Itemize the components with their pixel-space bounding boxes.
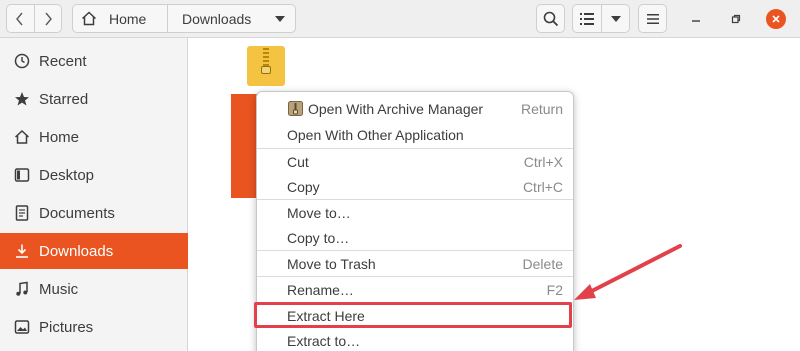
restore-icon bbox=[731, 14, 741, 24]
sidebar-item-music[interactable]: Music bbox=[0, 271, 188, 307]
pictures-icon bbox=[14, 319, 30, 335]
sidebar: Recent Starred Home Desktop Documents Do… bbox=[0, 38, 188, 351]
menu-item-label: Open With Other Application bbox=[287, 126, 464, 143]
close-icon bbox=[772, 15, 780, 23]
menu-item-open-with-other-application[interactable]: Open With Other Application bbox=[257, 122, 573, 147]
menu-item-rename[interactable]: Rename… F2 bbox=[257, 277, 573, 302]
menu-item-shortcut: Ctrl+C bbox=[522, 178, 563, 195]
sidebar-item-home[interactable]: Home bbox=[0, 119, 188, 155]
menu-item-cut[interactable]: Cut Ctrl+X bbox=[257, 149, 573, 174]
menu-item-label: Open With Archive Manager bbox=[308, 100, 484, 117]
search-icon bbox=[543, 11, 558, 26]
view-options-button[interactable] bbox=[601, 5, 629, 32]
sidebar-item-starred[interactable]: Starred bbox=[0, 81, 188, 117]
list-view-button[interactable] bbox=[573, 5, 601, 32]
minimize-icon bbox=[692, 20, 700, 22]
download-icon bbox=[14, 243, 30, 259]
view-buttons bbox=[572, 4, 630, 33]
menu-item-shortcut: Delete bbox=[522, 255, 563, 272]
chevron-down-icon bbox=[275, 15, 285, 22]
menu-item-label: Copy to… bbox=[287, 229, 350, 246]
sidebar-item-label: Pictures bbox=[39, 318, 94, 336]
chevron-down-icon bbox=[610, 15, 621, 22]
context-menu: Open With Archive Manager Return Open Wi… bbox=[256, 91, 574, 351]
breadcrumb-home-label: Home bbox=[109, 10, 147, 27]
chevron-right-icon bbox=[45, 12, 52, 25]
chevron-left-icon bbox=[16, 12, 24, 25]
path-bar: Home Downloads bbox=[72, 4, 296, 33]
menu-item-extract-here[interactable]: Extract Here bbox=[257, 303, 573, 328]
sidebar-item-downloads[interactable]: Downloads bbox=[0, 233, 188, 269]
minimize-button[interactable] bbox=[686, 9, 706, 29]
menu-item-label: Copy bbox=[287, 178, 320, 195]
archive-manager-icon bbox=[288, 101, 303, 116]
menu-item-open-with-archive-manager[interactable]: Open With Archive Manager Return bbox=[257, 96, 573, 121]
menu-item-copy[interactable]: Copy Ctrl+C bbox=[257, 174, 573, 199]
sidebar-item-label: Music bbox=[39, 280, 79, 298]
menu-item-label: Move to… bbox=[287, 204, 351, 221]
star-icon bbox=[14, 91, 30, 107]
sidebar-item-pictures[interactable]: Pictures bbox=[0, 309, 188, 345]
clock-icon bbox=[14, 53, 30, 69]
maximize-button[interactable] bbox=[726, 9, 746, 29]
menu-item-shortcut: F2 bbox=[546, 281, 563, 298]
menu-item-label: Move to Trash bbox=[287, 255, 376, 272]
sidebar-item-label: Home bbox=[39, 128, 80, 146]
menu-item-label: Rename… bbox=[287, 281, 354, 298]
desktop-icon bbox=[14, 167, 30, 183]
sidebar-item-label: Starred bbox=[39, 90, 89, 108]
menu-item-extract-to[interactable]: Extract to… bbox=[257, 328, 573, 351]
menu-item-shortcut: Return bbox=[520, 100, 563, 117]
sidebar-item-label: Recent bbox=[39, 52, 87, 70]
breadcrumb-downloads-label: Downloads bbox=[182, 10, 252, 27]
archive-icon[interactable] bbox=[247, 46, 285, 86]
menu-item-label: Extract Here bbox=[287, 307, 365, 324]
back-button[interactable] bbox=[7, 5, 34, 32]
menu-item-label: Extract to… bbox=[287, 332, 361, 349]
menu-item-copy-to[interactable]: Copy to… bbox=[257, 225, 573, 250]
zipper-tab-graphic bbox=[261, 66, 271, 74]
menu-item-move-to-trash[interactable]: Move to Trash Delete bbox=[257, 251, 573, 276]
sidebar-item-recent[interactable]: Recent bbox=[0, 43, 188, 79]
home-icon bbox=[81, 11, 97, 26]
menu-item-move-to[interactable]: Move to… bbox=[257, 200, 573, 225]
search-button[interactable] bbox=[536, 4, 565, 33]
sidebar-item-label: Desktop bbox=[39, 166, 95, 184]
navigation-buttons bbox=[6, 4, 62, 33]
close-button[interactable] bbox=[766, 9, 786, 29]
home-icon bbox=[14, 129, 30, 145]
sidebar-item-label: Downloads bbox=[39, 242, 114, 260]
sidebar-item-label: Documents bbox=[39, 204, 115, 222]
document-icon bbox=[14, 205, 30, 221]
sidebar-item-desktop[interactable]: Desktop bbox=[0, 157, 188, 193]
menu-item-label: Cut bbox=[287, 153, 309, 170]
sidebar-item-documents[interactable]: Documents bbox=[0, 195, 188, 231]
hamburger-menu-icon bbox=[646, 13, 659, 24]
menu-item-shortcut: Ctrl+X bbox=[523, 153, 563, 170]
music-icon bbox=[14, 281, 30, 297]
header-bar: Home Downloads bbox=[0, 0, 800, 38]
forward-button[interactable] bbox=[33, 5, 61, 32]
breadcrumb-downloads[interactable]: Downloads bbox=[168, 5, 295, 32]
list-view-icon bbox=[580, 12, 594, 25]
breadcrumb-home[interactable]: Home bbox=[73, 5, 168, 32]
menu-button[interactable] bbox=[638, 4, 667, 33]
